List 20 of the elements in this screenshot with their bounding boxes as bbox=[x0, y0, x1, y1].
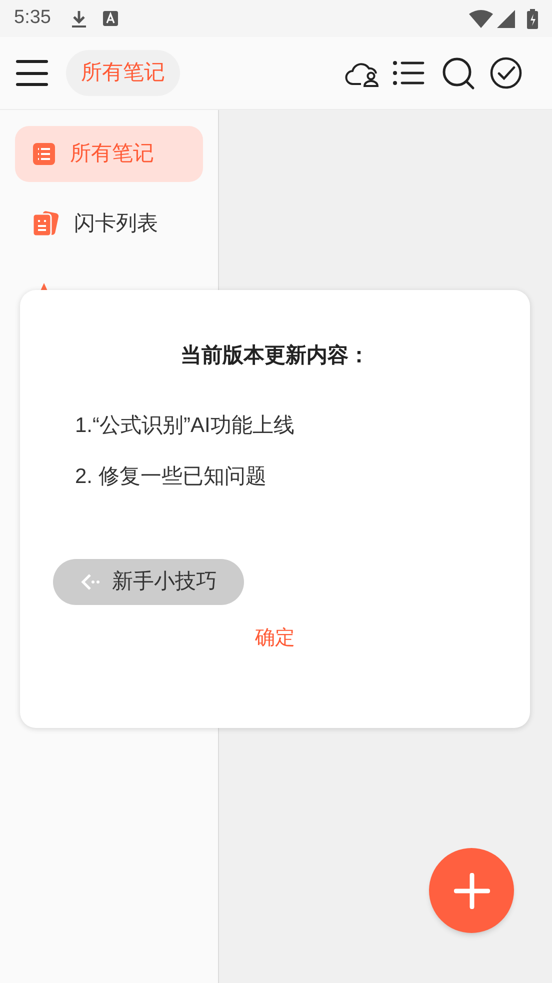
update-note: 1.“公式识别”AI功能上线 bbox=[75, 412, 296, 438]
download-icon bbox=[70, 10, 87, 28]
confirm-button[interactable]: 确定 bbox=[255, 622, 295, 652]
wifi-icon bbox=[469, 10, 493, 28]
status-time: 5:35 bbox=[14, 6, 51, 30]
back-arrow-icon bbox=[80, 572, 102, 590]
menu-button[interactable] bbox=[16, 58, 48, 88]
keyboard-icon bbox=[102, 11, 118, 26]
signal-icon bbox=[497, 10, 515, 28]
dialog-title: 当前版本更新内容： bbox=[180, 342, 370, 369]
sidebar-item[interactable]: 闪卡列表 bbox=[15, 196, 203, 252]
update-note: 2. 修复一些已知问题 bbox=[75, 464, 268, 490]
tips-button[interactable]: 新手小技巧 bbox=[53, 558, 244, 604]
sidebar-item[interactable]: 所有笔记 bbox=[15, 126, 203, 182]
list-view-icon[interactable] bbox=[393, 60, 425, 86]
search-icon[interactable] bbox=[442, 56, 475, 90]
notebook-selector[interactable]: 所有笔记 bbox=[66, 50, 180, 96]
plus-icon bbox=[454, 872, 490, 908]
check-circle-icon[interactable] bbox=[490, 57, 522, 89]
battery-icon bbox=[527, 8, 538, 28]
